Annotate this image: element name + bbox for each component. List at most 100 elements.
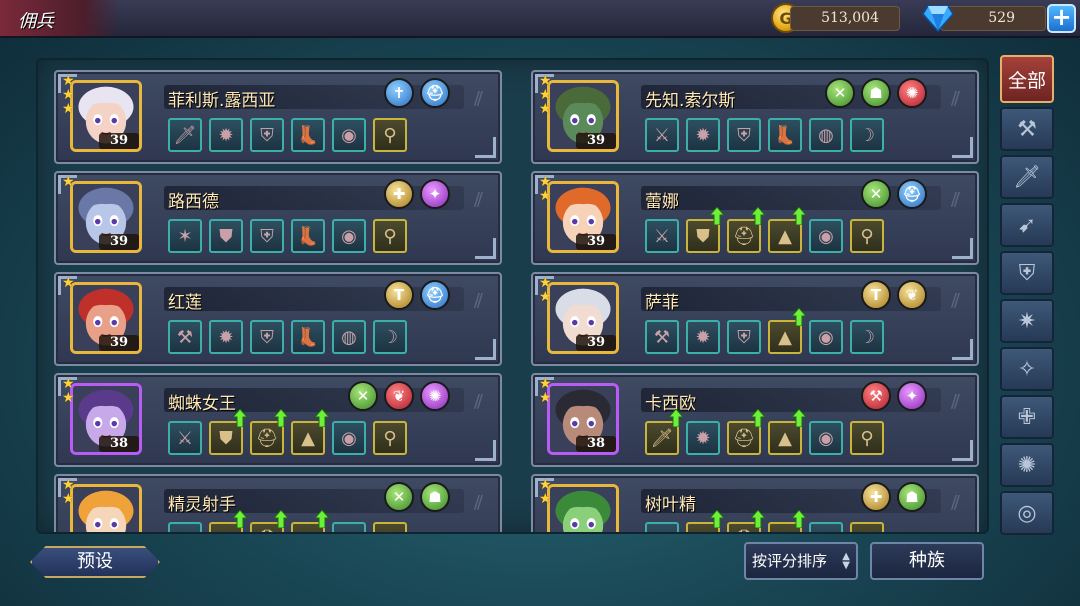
- equipment-slot[interactable]: ⛑: [727, 409, 765, 455]
- race-icon[interactable]: ☗: [420, 482, 450, 512]
- race-icon[interactable]: ✕: [384, 482, 414, 512]
- preset-button[interactable]: 预设: [30, 546, 160, 578]
- hero-card[interactable]: 39 ★ 路西德 ✚ ✦ // ✶ ⛊ ⛨ 👢 ◉ ⚲: [54, 171, 502, 265]
- equipment-slot[interactable]: ⚲: [373, 118, 407, 152]
- equipment-slot[interactable]: ◍: [809, 118, 843, 152]
- equipment-slot[interactable]: ✶: [168, 219, 202, 253]
- filter-tab-hammer[interactable]: ⚒: [1000, 107, 1054, 151]
- equipment-slot[interactable]: ⚲: [373, 522, 407, 532]
- equipment-slot[interactable]: ◉: [809, 421, 843, 455]
- race-icon[interactable]: ✦: [897, 381, 927, 411]
- equipment-slot[interactable]: ✹: [209, 320, 243, 354]
- race-icon[interactable]: T: [384, 280, 414, 310]
- equipment-slot[interactable]: 🗡: [168, 118, 202, 152]
- equipment-slot[interactable]: ⛨: [727, 320, 761, 354]
- equipment-slot[interactable]: ◉: [809, 219, 843, 253]
- equipment-slot[interactable]: ⛑: [727, 207, 765, 253]
- equipment-slot[interactable]: ⛨: [250, 118, 284, 152]
- equipment-slot[interactable]: ⛑: [250, 510, 288, 532]
- equipment-slot[interactable]: ⛊: [209, 219, 243, 253]
- equipment-slot[interactable]: ✹: [686, 320, 720, 354]
- hero-card[interactable]: 39 ★ ★ 萨菲 T ❦ // ⚒ ✹ ⛨ ▲ ◉ ☽: [531, 272, 979, 366]
- filter-tab-circle[interactable]: ◎: [1000, 491, 1054, 535]
- race-icon[interactable]: ✚: [384, 179, 414, 209]
- race-icon[interactable]: ✺: [420, 381, 450, 411]
- equipment-slot[interactable]: ⚔: [645, 522, 679, 532]
- race-filter-button[interactable]: 种族: [870, 542, 984, 580]
- equipment-slot[interactable]: ⚔: [645, 219, 679, 253]
- equipment-slot[interactable]: ◉: [332, 421, 366, 455]
- equipment-slot[interactable]: ⛑: [727, 510, 765, 532]
- equipment-slot[interactable]: ◉: [332, 118, 366, 152]
- equipment-slot[interactable]: ▲: [768, 409, 806, 455]
- equipment-slot[interactable]: 👢: [291, 118, 325, 152]
- equipment-slot[interactable]: ⚔: [645, 118, 679, 152]
- equipment-slot[interactable]: ▲: [291, 510, 329, 532]
- equipment-slot[interactable]: ⚔: [168, 522, 202, 532]
- hero-card[interactable]: 38 ★ ★ 蜘蛛女王 ✕ ❦ ✺ // ⚔ ⛊ ⛑ ▲ ◉ ⚲: [54, 373, 502, 467]
- equipment-slot[interactable]: ✹: [209, 118, 243, 152]
- hero-card[interactable]: 39 ★ ★ 蕾娜 ✕ ⛑//⚔ ⛊ ⛑ ▲ ◉ ⚲: [531, 171, 979, 265]
- equipment-slot[interactable]: ⛨: [250, 320, 284, 354]
- equipment-slot[interactable]: ◉: [332, 219, 366, 253]
- equipment-slot[interactable]: ☽: [373, 320, 407, 354]
- race-icon[interactable]: ☗: [861, 78, 891, 108]
- race-icon[interactable]: ❦: [897, 280, 927, 310]
- filter-tab-all[interactable]: 全部: [1000, 55, 1054, 103]
- race-icon[interactable]: ✚: [861, 482, 891, 512]
- equipment-slot[interactable]: ⛊: [686, 510, 724, 532]
- equipment-slot[interactable]: ⚒: [645, 320, 679, 354]
- hero-card[interactable]: ★★ 精灵射手 ✕☗ // ⚔ ⛊ ⛑ ▲ ◉ ⚲: [54, 474, 502, 532]
- equipment-slot[interactable]: ▲: [768, 510, 806, 532]
- race-icon[interactable]: ⛑: [420, 280, 450, 310]
- race-icon[interactable]: ✕: [861, 179, 891, 209]
- add-gems-button[interactable]: +: [1047, 4, 1076, 33]
- equipment-slot[interactable]: ⚲: [850, 522, 884, 532]
- filter-tab-shield[interactable]: ⛨: [1000, 251, 1054, 295]
- race-icon[interactable]: ⛑: [897, 179, 927, 209]
- equipment-slot[interactable]: ⚲: [850, 421, 884, 455]
- equipment-slot[interactable]: ⚲: [850, 219, 884, 253]
- equipment-slot[interactable]: ⛊: [209, 510, 247, 532]
- equipment-slot[interactable]: ⚒: [168, 320, 202, 354]
- equipment-slot[interactable]: 👢: [291, 320, 325, 354]
- equipment-slot[interactable]: ⚔: [168, 421, 202, 455]
- equipment-slot[interactable]: ✹: [686, 118, 720, 152]
- hero-card[interactable]: 39 ★ ★ ★ 先知.索尔斯 ✕ ☗ ✺//⚔ ✹ ⛨ 👢 ◍ ☽: [531, 70, 979, 164]
- equipment-slot[interactable]: ▲: [768, 308, 806, 354]
- race-icon[interactable]: ❦: [384, 381, 414, 411]
- equipment-slot[interactable]: 👢: [291, 219, 325, 253]
- equipment-slot[interactable]: ◉: [332, 522, 366, 532]
- filter-tab-sword[interactable]: 🗡: [1000, 155, 1054, 199]
- race-icon[interactable]: ✦: [420, 179, 450, 209]
- hero-card[interactable]: ★★ 树叶精 ✚☗ // ⚔ ⛊ ⛑ ▲ ◉ ⚲: [531, 474, 979, 532]
- race-icon[interactable]: ✕: [348, 381, 378, 411]
- equipment-slot[interactable]: ◍: [332, 320, 366, 354]
- hero-card[interactable]: 39 ★ 红莲 T ⛑ // ⚒ ✹ ⛨ 👢 ◍ ☽: [54, 272, 502, 366]
- equipment-slot[interactable]: ✹: [686, 421, 720, 455]
- equipment-slot[interactable]: ⛨: [727, 118, 761, 152]
- race-icon[interactable]: ⚒: [861, 381, 891, 411]
- equipment-slot[interactable]: ◉: [809, 522, 843, 532]
- filter-tab-bow[interactable]: ➹: [1000, 203, 1054, 247]
- race-icon[interactable]: ✝: [384, 78, 414, 108]
- race-icon[interactable]: ✺: [897, 78, 927, 108]
- equipment-slot[interactable]: ☽: [850, 320, 884, 354]
- filter-tab-cross[interactable]: ✙: [1000, 395, 1054, 439]
- race-icon[interactable]: ☗: [897, 482, 927, 512]
- equipment-slot[interactable]: ⛑: [250, 409, 288, 455]
- equipment-slot[interactable]: ⛨: [250, 219, 284, 253]
- filter-tab-claw[interactable]: ✧: [1000, 347, 1054, 391]
- hero-card[interactable]: 39 ★ ★ ★ 菲利斯.露西亚 ✝ ⛑//🗡 ✹ ⛨ 👢 ◉ ⚲: [54, 70, 502, 164]
- equipment-slot[interactable]: ⚲: [373, 421, 407, 455]
- race-icon[interactable]: ⛑: [420, 78, 450, 108]
- equipment-slot[interactable]: 🗡: [645, 409, 683, 455]
- race-icon[interactable]: T: [861, 280, 891, 310]
- sort-dropdown[interactable]: 按评分排序 ▲ ▼: [744, 542, 858, 580]
- equipment-slot[interactable]: ⛊: [209, 409, 247, 455]
- hero-card[interactable]: 38 ★ ★ 卡西欧 ⚒ ✦//🗡 ✹ ⛑ ▲ ◉ ⚲: [531, 373, 979, 467]
- equipment-slot[interactable]: ◉: [809, 320, 843, 354]
- filter-tab-swirl[interactable]: ✺: [1000, 443, 1054, 487]
- equipment-slot[interactable]: 👢: [768, 118, 802, 152]
- equipment-slot[interactable]: ▲: [291, 409, 329, 455]
